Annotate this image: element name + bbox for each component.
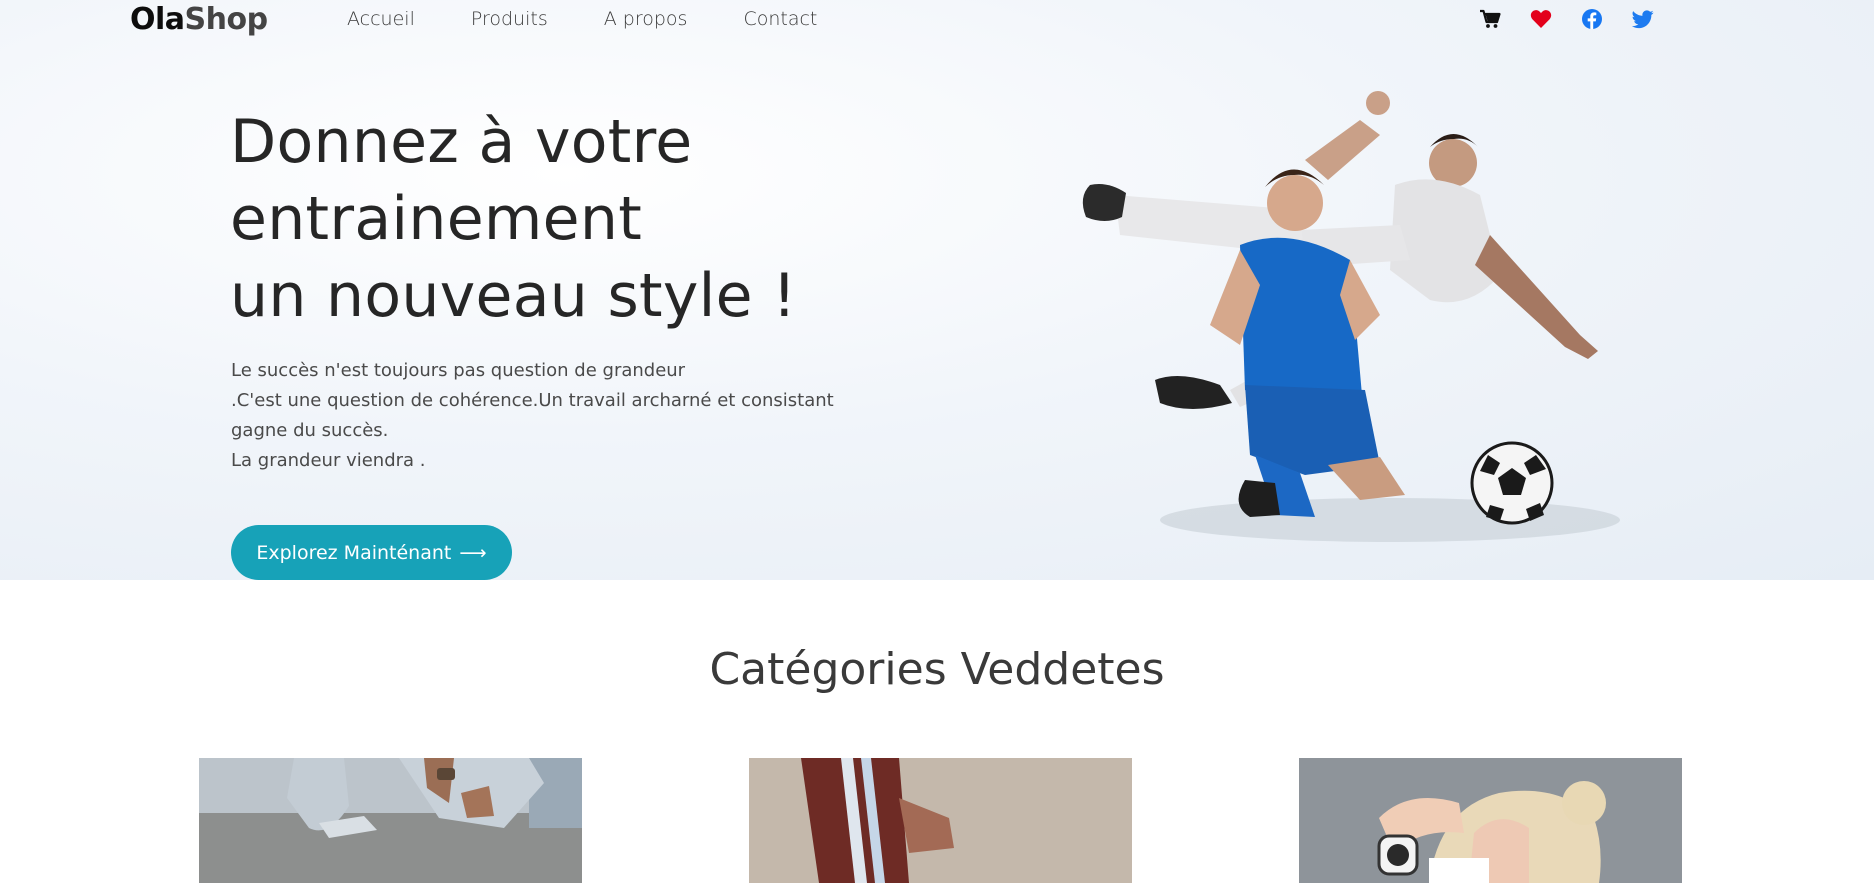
hero-text-line: gagne du succès. (231, 420, 389, 441)
soccer-players-image (1060, 85, 1640, 565)
logo-secondary: Shop (184, 2, 269, 37)
hero-text-line: La grandeur viendra . (231, 450, 426, 471)
nav-link-produits[interactable]: Produits (471, 6, 548, 32)
jeans-person-image (199, 758, 582, 883)
nav-links: Accueil Produits A propos Contact (347, 6, 873, 32)
hero-description: Le succès n'est toujours pas question de… (231, 356, 834, 476)
logo-primary: Ola (130, 2, 185, 37)
nav-link-contact[interactable]: Contact (743, 6, 817, 32)
hero-title-line: un nouveau style ! (230, 261, 797, 331)
category-card-3[interactable] (1299, 758, 1682, 883)
navbar: OlaShop Accueil Produits A propos Contac… (0, 0, 1874, 40)
heart-icon[interactable] (1529, 7, 1553, 31)
hero-text-line: Le succès n'est toujours pas question de… (231, 360, 686, 381)
hero-title-line: entrainement (230, 184, 643, 254)
nav-icons (1478, 7, 1682, 31)
categories-title: Catégories Veddetes (709, 644, 1165, 695)
logo[interactable]: OlaShop (130, 2, 268, 38)
explore-now-button[interactable]: Explorez Mainténant ⟶ (231, 525, 512, 580)
category-card-1[interactable] (199, 758, 582, 883)
explore-now-label: Explorez Mainténant (256, 541, 452, 564)
facebook-icon[interactable] (1580, 7, 1604, 31)
category-card-2[interactable] (749, 758, 1132, 883)
hero-title: Donnez à votre entrainement un nouveau s… (230, 104, 797, 335)
sport-watch-woman-image (1299, 758, 1682, 883)
twitter-icon[interactable] (1631, 7, 1655, 31)
track-pants-image (749, 758, 1132, 883)
arrow-right-icon: ⟶ (459, 541, 487, 564)
hero-text-line: .C'est une question de cohérence.Un trav… (231, 390, 834, 411)
nav-link-a-propos[interactable]: A propos (604, 6, 688, 32)
hero-title-line: Donnez à votre (230, 107, 693, 177)
cart-icon[interactable] (1478, 7, 1502, 31)
nav-link-accueil[interactable]: Accueil (347, 6, 415, 32)
hero-section: OlaShop Accueil Produits A propos Contac… (0, 0, 1874, 580)
